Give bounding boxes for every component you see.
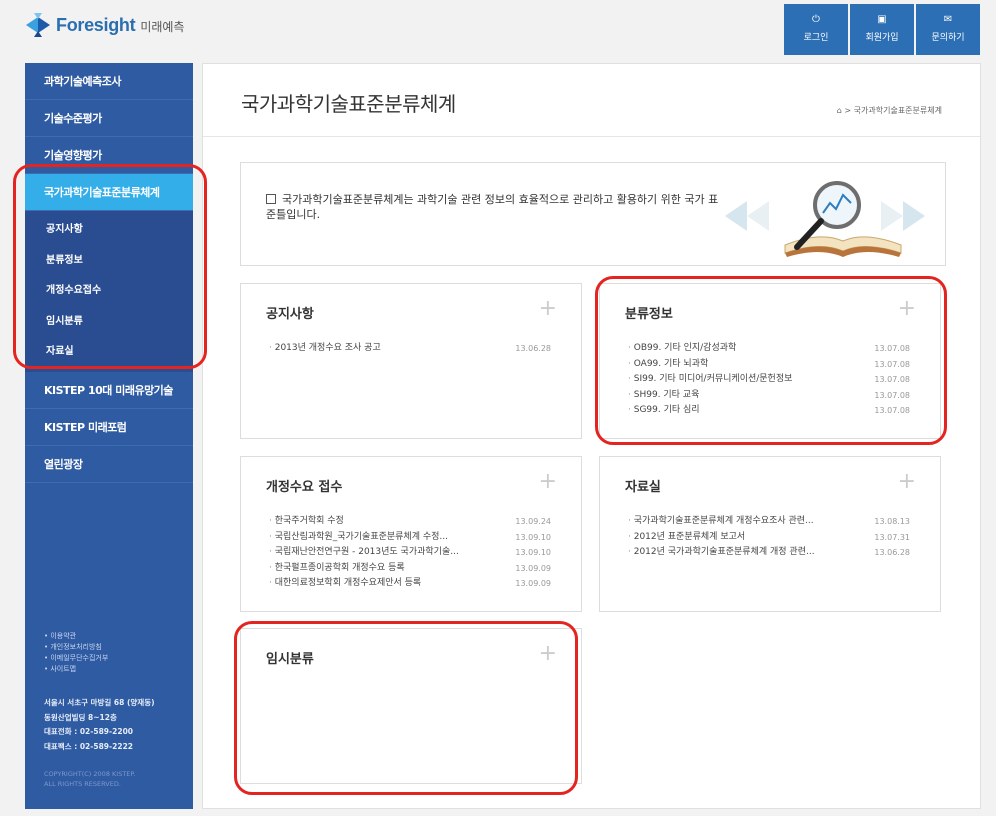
login-button[interactable]: ⏻ 로그인 — [784, 4, 848, 55]
list-item[interactable]: 한국주거학회 수정 13.09.24 — [269, 514, 551, 530]
logo[interactable]: Foresight 미래예측 — [24, 10, 184, 40]
list-item[interactable]: 2012년 국가과학기술표준분류체계 개정 관련... 13.06.28 — [628, 545, 910, 561]
copyright: COPYRIGHT(C) 2008 KISTEP. ALL RIGHTS RES… — [44, 769, 135, 789]
logo-mark-icon — [24, 11, 52, 39]
list-item[interactable]: 국립재난안전연구원 - 2013년도 국가과학기술... 13.09.10 — [269, 545, 551, 561]
list-item[interactable]: 2013년 개정수요 조사 공고 13.06.28 — [269, 341, 551, 357]
item-date: 13.07.31 — [874, 532, 910, 542]
item-title: 국가과학기술표준분류체계 개정수요조사 관련... — [628, 514, 814, 530]
list-item[interactable]: 한국펄프종이공학회 개정수요 등록 13.09.09 — [269, 561, 551, 577]
intro-text: 국가과학기술표준분류체계는 과학기술 관련 정보의 효율적으로 관리하고 활용하… — [266, 192, 726, 222]
more-plus-icon[interactable]: + — [539, 471, 557, 493]
notice-panel: 공지사항 + 2013년 개정수요 조사 공고 13.06.28 — [240, 283, 582, 439]
list-item[interactable]: 2012년 표준분류체계 보고서 13.07.31 — [628, 530, 910, 546]
highlight-sidebar-section — [13, 164, 207, 369]
footer-links: • 이용약관 • 개인정보처리방침 • 이메일무단수집거부 • 사이트맵 — [44, 631, 108, 675]
address-line: 동원산업빌딩 8~12층 — [44, 712, 117, 722]
login-label: 로그인 — [803, 33, 829, 43]
contact-button[interactable]: ✉ 문의하기 — [916, 4, 980, 55]
item-title: 2013년 개정수요 조사 공고 — [269, 341, 381, 357]
archive-list: 국가과학기술표준분류체계 개정수요조사 관련... 13.08.13 2012년 … — [628, 514, 910, 561]
list-item[interactable]: 대한의료정보학회 개정수요제안서 등록 13.09.09 — [269, 576, 551, 592]
contact-label: 문의하기 — [931, 33, 965, 43]
sidebar-item-tech-level[interactable]: 기술수준평가 — [25, 100, 193, 137]
divider — [203, 136, 980, 137]
logo-subtitle: 미래예측 — [140, 20, 185, 34]
item-date: 13.06.28 — [874, 548, 910, 557]
sidebar-item-foresight-survey[interactable]: 과학기술예측조사 — [25, 63, 193, 100]
revision-list: 한국주거학회 수정 13.09.24 국립산림과학원_국가기술표준분류체계 수정.… — [269, 514, 551, 592]
terms-link[interactable]: • 이용약관 — [44, 631, 108, 642]
notice-list: 2013년 개정수요 조사 공고 13.06.28 — [269, 341, 551, 357]
revision-panel: 개정수요 접수 + 한국주거학회 수정 13.09.24 국립산림과학원_국가기술… — [240, 456, 582, 612]
item-title: 한국펄프종이공학회 개정수요 등록 — [269, 561, 405, 577]
item-date: 13.06.28 — [515, 344, 551, 353]
email-policy-link[interactable]: • 이메일무단수집거부 — [44, 653, 108, 664]
more-plus-icon[interactable]: + — [539, 298, 557, 320]
intro-description: 국가과학기술표준분류체계는 과학기술 관련 정보의 효율적으로 관리하고 활용하… — [266, 193, 719, 221]
item-title: 한국주거학회 수정 — [269, 514, 344, 530]
list-item[interactable]: 국립산림과학원_국가기술표준분류체계 수정... 13.09.10 — [269, 530, 551, 546]
logo-name: Foresight — [56, 14, 136, 35]
list-item[interactable]: 국가과학기술표준분류체계 개정수요조사 관련... 13.08.13 — [628, 514, 910, 530]
address-line: 서울시 서초구 마방길 68 (양재동) — [44, 698, 155, 707]
item-date: 13.09.10 — [515, 548, 551, 557]
phone-line: 대표전화 : 02-589-2200 — [44, 727, 134, 736]
power-icon: ⏻ — [812, 14, 820, 25]
panel-title: 자료실 — [625, 480, 661, 495]
item-date: 13.09.09 — [515, 563, 551, 573]
item-date: 13.09.10 — [515, 532, 551, 542]
copyright-line: ALL RIGHTS RESERVED. — [44, 780, 121, 788]
item-title: 국립재난안전연구원 - 2013년도 국가과학기술... — [269, 545, 459, 561]
more-plus-icon[interactable]: + — [898, 471, 916, 493]
breadcrumb: ⌂ > 국가과학기술표준분류체계 — [837, 105, 942, 116]
item-title: 국립산림과학원_국가기술표준분류체계 수정... — [269, 530, 448, 546]
archive-panel: 자료실 + 국가과학기술표준분류체계 개정수요조사 관련... 13.08.13 … — [599, 456, 941, 612]
panel-title: 개정수요 접수 — [266, 480, 343, 495]
home-icon[interactable]: ⌂ — [837, 106, 842, 115]
sidebar-item-forum[interactable]: KISTEP 미래포럼 — [25, 409, 193, 446]
item-title: 2012년 표준분류체계 보고서 — [628, 530, 745, 546]
signup-label: 회원가입 — [865, 33, 899, 43]
item-date: 13.09.09 — [515, 579, 551, 588]
address-block: 서울시 서초구 마방길 68 (양재동) 동원산업빌딩 8~12층 대표전화 :… — [44, 696, 155, 754]
sidebar-item-top10-tech[interactable]: KISTEP 10대 미래유망기술 — [25, 372, 193, 409]
magnifier-book-illustration — [725, 173, 925, 259]
item-date: 13.08.13 — [874, 517, 910, 526]
sitemap-link[interactable]: • 사이트맵 — [44, 664, 108, 675]
copyright-line: COPYRIGHT(C) 2008 KISTEP. — [44, 770, 136, 778]
id-card-icon: ▣ — [877, 14, 887, 25]
item-title: 2012년 국가과학기술표준분류체계 개정 관련... — [628, 545, 815, 561]
mail-icon: ✉ — [943, 14, 953, 25]
highlight-classification-panel — [595, 276, 947, 445]
top-nav: ⏻ 로그인 ▣ 회원가입 ✉ 문의하기 — [784, 4, 980, 55]
panel-title: 공지사항 — [266, 307, 314, 322]
item-date: 13.09.24 — [515, 517, 551, 526]
fax-line: 대표팩스 : 02-589-2222 — [44, 741, 134, 751]
breadcrumb-text[interactable]: > 국가과학기술표준분류체계 — [844, 106, 942, 115]
item-title: 대한의료정보학회 개정수요제안서 등록 — [269, 576, 421, 592]
signup-button[interactable]: ▣ 회원가입 — [850, 4, 914, 55]
intro-box: 국가과학기술표준분류체계는 과학기술 관련 정보의 효율적으로 관리하고 활용하… — [240, 162, 946, 266]
sidebar-item-open-square[interactable]: 열린광장 — [25, 446, 193, 483]
privacy-link[interactable]: • 개인정보처리방침 — [44, 642, 108, 653]
page-title: 국가과학기술표준분류체계 — [241, 92, 456, 116]
highlight-temporary-panel — [234, 621, 578, 795]
checkbox-edit-icon — [266, 194, 276, 204]
